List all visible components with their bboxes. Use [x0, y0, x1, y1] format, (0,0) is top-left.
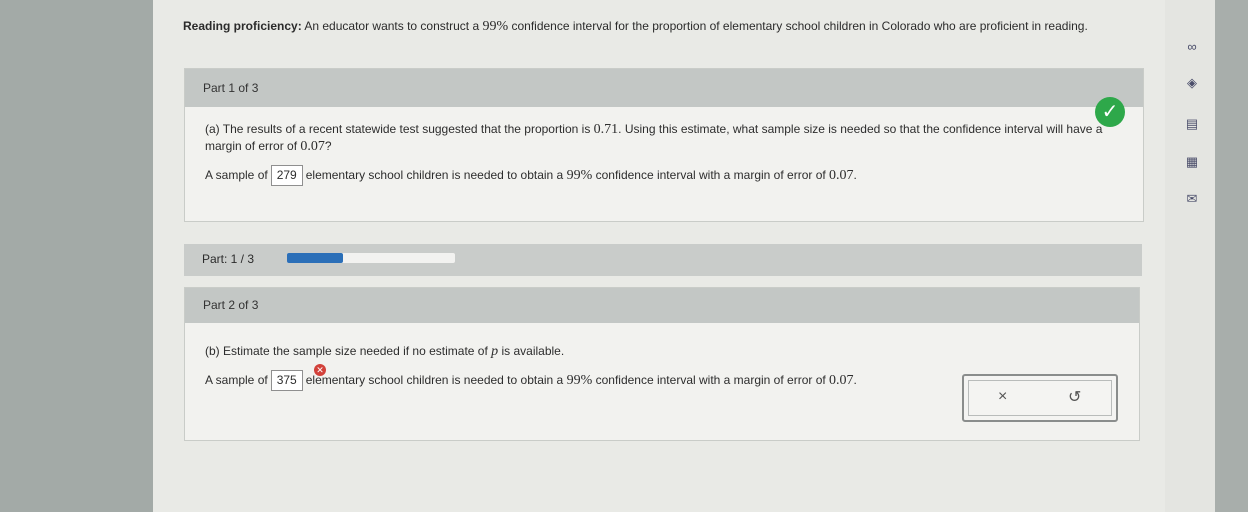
part2-answer-mid2: confidence interval with a margin of err… [595, 373, 826, 387]
question-text-after: confidence interval for the proportion o… [508, 19, 1088, 33]
checkmark-circle-icon[interactable]: ◈ [1183, 74, 1201, 92]
mail-icon[interactable]: ✉ [1183, 190, 1201, 208]
clear-button[interactable]: × [998, 388, 1007, 406]
calculator-icon[interactable]: ▦ [1183, 153, 1201, 171]
undo-button[interactable]: ↺ [1068, 387, 1081, 407]
part1-answer-end: . [853, 168, 857, 182]
part2-answer-prefix: A sample of [205, 373, 268, 387]
part2-answer-mid: elementary school children is needed to … [305, 373, 564, 387]
part1-answer-line: A sample of 279 elementary school children… [205, 165, 1123, 186]
question-title: Reading proficiency: [183, 19, 302, 33]
part1-margin: 0.07 [300, 139, 325, 154]
progress-label: Part: 1 / 3 [202, 252, 255, 266]
part2-header: Part 2 of 3 [185, 288, 1139, 323]
part1-answer-mid: elementary school children is needed to … [305, 168, 564, 182]
part2-answer-input[interactable]: 375 [270, 370, 303, 391]
document-icon[interactable]: ▤ [1183, 115, 1201, 133]
part1-proportion: 0.71 [593, 122, 619, 137]
part2-answer-margin: 0.07 [829, 373, 854, 388]
part1-prompt-c: ? [324, 139, 332, 153]
part1-prompt-a: (a) The results of a recent statewide te… [205, 122, 594, 136]
part1-answer-margin: 0.07 [829, 168, 854, 183]
part2-answer-conf: 99% [566, 373, 593, 388]
question-text-before: An educator wants to construct a [304, 19, 483, 33]
progress-row: Part: 1 / 3 [184, 244, 1142, 276]
part1-answer-mid2: confidence interval with a margin of err… [595, 168, 826, 182]
part1-prompt: (a) The results of a recent statewide te… [205, 121, 1105, 155]
part1-header: Part 1 of 3 [185, 69, 1143, 107]
question-text: Reading proficiency: An educator wants t… [183, 18, 1153, 35]
part2-prompt-b: is available. [498, 344, 565, 358]
part1-card: Part 1 of 3 ✓ (a) The results of a recen… [184, 68, 1144, 222]
part2-prompt-a: (b) Estimate the sample size needed if n… [205, 344, 492, 358]
part1-answer-input[interactable]: 279 [270, 165, 303, 186]
answer-action-box: × ↺ [962, 374, 1118, 422]
background-left [0, 0, 153, 512]
incorrect-x-icon: ✕ [314, 364, 326, 376]
part1-answer-prefix: A sample of [205, 168, 268, 182]
part2-prompt: (b) Estimate the sample size needed if n… [205, 343, 1119, 360]
progress-fill [287, 253, 343, 263]
infinity-icon[interactable]: ∞ [1183, 38, 1201, 56]
confidence-level: 99% [482, 19, 509, 34]
progress-bar [287, 253, 455, 263]
background-right [1215, 0, 1248, 512]
correct-check-icon: ✓ [1095, 97, 1125, 127]
part2-answer-end: . [853, 373, 857, 387]
part1-answer-conf: 99% [566, 168, 593, 183]
